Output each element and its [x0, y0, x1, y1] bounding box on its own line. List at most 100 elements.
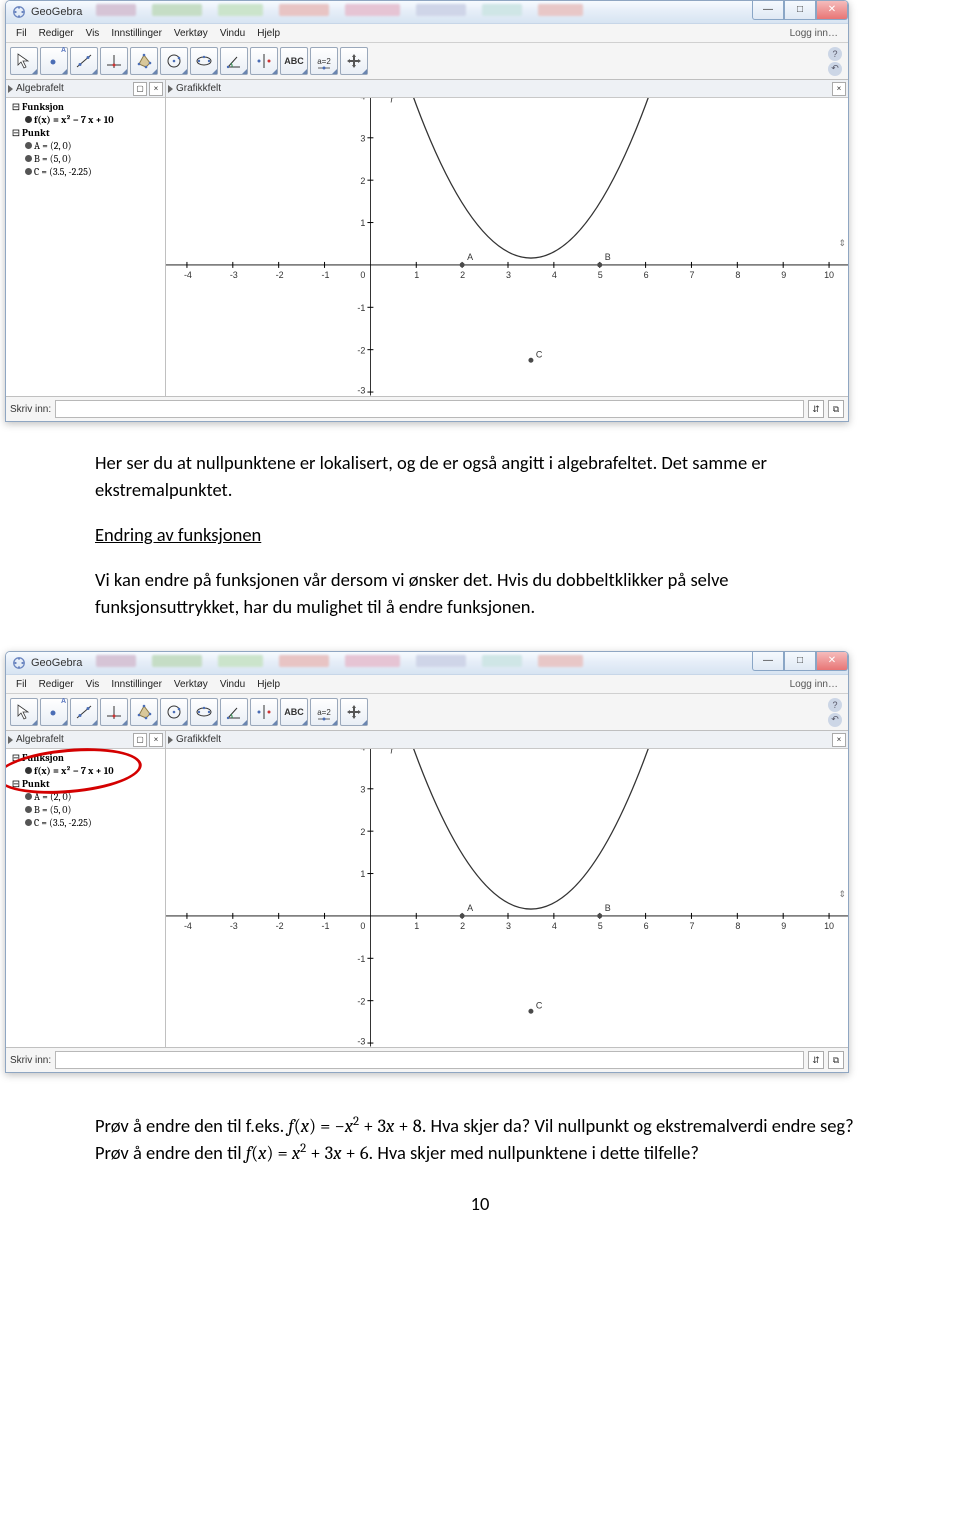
point-a[interactable]: A = (2, 0) [34, 140, 71, 152]
login-link[interactable]: Logg inn… [786, 678, 842, 691]
close-panel-icon[interactable]: × [832, 733, 846, 747]
group-function: Funksjon [22, 752, 64, 764]
menu-tools[interactable]: Verktøy [170, 678, 212, 691]
menu-window[interactable]: Vindu [216, 27, 249, 40]
point-c[interactable]: C = (3.5, -2.25) [34, 166, 92, 178]
input-help-icon[interactable]: ⧉ [828, 400, 844, 418]
tool-move[interactable] [10, 47, 38, 75]
svg-text:-1: -1 [322, 921, 330, 931]
geogebra-window-1: GeoGebra — □ ✕ Fil Rediger Vis Innstilli… [5, 0, 849, 422]
algebra-title: Algebrafelt [16, 83, 64, 94]
undo-icon[interactable]: ↶ [828, 62, 842, 76]
titlebar[interactable]: GeoGebra — □ ✕ [6, 1, 848, 24]
minimize-button[interactable]: — [752, 652, 784, 671]
tool-text[interactable]: ABC [280, 698, 308, 726]
tool-ellipse[interactable] [190, 698, 218, 726]
input-dropdown-icon[interactable]: ⇵ [808, 400, 824, 418]
menu-view[interactable]: Vis [82, 27, 104, 40]
function-expr[interactable]: f(x) = x² − 7 x + 10 [34, 765, 114, 777]
graph-svg: -4 -3 -2 -1 0 1 2 3 4 5 6 7 8 [166, 80, 848, 396]
paragraph-3: Prøv å endre den til f.eks. f(x) = −x2 +… [95, 1113, 865, 1167]
close-panel-icon[interactable]: × [149, 82, 163, 96]
tool-move-view[interactable] [340, 698, 368, 726]
login-link[interactable]: Logg inn… [786, 27, 842, 40]
svg-text:10: 10 [824, 921, 834, 931]
input-field[interactable] [55, 400, 804, 418]
point-b[interactable]: B = (5, 0) [34, 804, 71, 816]
menu-file[interactable]: Fil [12, 27, 31, 40]
svg-text:-1: -1 [357, 954, 365, 964]
tool-point[interactable]: A [40, 47, 68, 75]
help-icon[interactable]: ? [828, 47, 842, 61]
svg-text:7: 7 [689, 921, 694, 931]
svg-text:-3: -3 [357, 386, 365, 396]
close-panel-icon[interactable]: × [832, 82, 846, 96]
heading-endring: Endring av funksjonen [95, 523, 261, 546]
svg-text:A: A [467, 252, 473, 262]
tool-reflect[interactable] [250, 698, 278, 726]
point-b[interactable]: B = (5, 0) [34, 153, 71, 165]
point-c[interactable]: C = (3.5, -2.25) [34, 817, 92, 829]
close-button[interactable]: ✕ [816, 652, 848, 671]
menu-edit[interactable]: Rediger [35, 678, 78, 691]
svg-text:9: 9 [781, 270, 786, 280]
tool-angle[interactable] [220, 47, 248, 75]
svg-text:7: 7 [689, 270, 694, 280]
detach-icon[interactable]: ▢ [133, 82, 147, 96]
svg-text:-3: -3 [357, 1037, 365, 1047]
menu-tools[interactable]: Verktøy [170, 27, 212, 40]
algebra-panel-header[interactable]: Algebrafelt ▢× [6, 731, 165, 749]
input-field[interactable] [55, 1051, 804, 1069]
app-title: GeoGebra [31, 6, 82, 18]
algebra-panel-header[interactable]: Algebrafelt ▢× [6, 80, 165, 98]
tool-text[interactable]: ABC [280, 47, 308, 75]
tool-perpendicular[interactable] [100, 698, 128, 726]
tool-ellipse[interactable] [190, 47, 218, 75]
svg-text:1: 1 [360, 869, 365, 879]
graphics-panel[interactable]: Grafikkfelt × -4 -3 -2 -1 0 1 [166, 731, 848, 1047]
tool-line[interactable] [70, 698, 98, 726]
tool-polygon[interactable] [130, 47, 158, 75]
menu-view[interactable]: Vis [82, 678, 104, 691]
close-panel-icon[interactable]: × [149, 733, 163, 747]
menu-help[interactable]: Hjelp [253, 678, 284, 691]
graphics-panel[interactable]: Grafikkfelt × -4 -3 -2 -1 [166, 80, 848, 396]
detach-icon[interactable]: ▢ [133, 733, 147, 747]
tool-move[interactable] [10, 698, 38, 726]
tool-angle[interactable] [220, 698, 248, 726]
svg-text:1: 1 [360, 218, 365, 228]
geogebra-window-2: GeoGebra — □ ✕ Fil Rediger Vis Innstilli… [5, 651, 849, 1073]
tool-polygon[interactable] [130, 698, 158, 726]
minimize-button[interactable]: — [752, 1, 784, 20]
tool-line[interactable] [70, 47, 98, 75]
menu-window[interactable]: Vindu [216, 678, 249, 691]
tool-circle[interactable] [160, 698, 188, 726]
function-expr[interactable]: f(x) = x² − 7 x + 10 [34, 114, 114, 126]
tool-slider[interactable]: a=2 [310, 47, 338, 75]
svg-text:9: 9 [781, 921, 786, 931]
tool-move-view[interactable] [340, 47, 368, 75]
menu-options[interactable]: Innstillinger [107, 678, 166, 691]
menu-help[interactable]: Hjelp [253, 27, 284, 40]
help-icon[interactable]: ? [828, 698, 842, 712]
maximize-button[interactable]: □ [784, 1, 816, 20]
maximize-button[interactable]: □ [784, 652, 816, 671]
menu-options[interactable]: Innstillinger [107, 27, 166, 40]
tool-reflect[interactable] [250, 47, 278, 75]
tool-circle[interactable] [160, 47, 188, 75]
tool-slider[interactable]: a=2 [310, 698, 338, 726]
input-help-icon[interactable]: ⧉ [828, 1051, 844, 1069]
tool-perpendicular[interactable] [100, 47, 128, 75]
tool-point[interactable]: A [40, 698, 68, 726]
menu-edit[interactable]: Rediger [35, 27, 78, 40]
point-a[interactable]: A = (2, 0) [34, 791, 71, 803]
svg-text:-3: -3 [230, 921, 238, 931]
input-dropdown-icon[interactable]: ⇵ [808, 1051, 824, 1069]
menu-file[interactable]: Fil [12, 678, 31, 691]
titlebar[interactable]: GeoGebra — □ ✕ [6, 652, 848, 675]
graphics-title: Grafikkfelt [176, 83, 221, 94]
svg-text:B: B [605, 252, 611, 262]
close-button[interactable]: ✕ [816, 1, 848, 20]
app-icon [12, 656, 26, 670]
undo-icon[interactable]: ↶ [828, 713, 842, 727]
